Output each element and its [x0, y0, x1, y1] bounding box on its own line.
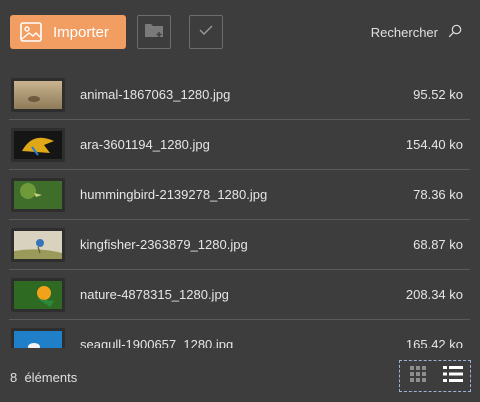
search-label: Rechercher	[370, 25, 438, 40]
list-item[interactable]: kingfisher-2363879_1280.jpg 68.87 ko	[9, 220, 470, 270]
list-view-icon	[442, 365, 464, 388]
file-size: 95.52 ko	[413, 87, 463, 102]
search-icon[interactable]	[448, 24, 462, 41]
file-list: animal-1867063_1280.jpg 95.52 ko ara-360…	[9, 70, 470, 348]
item-count: 8 éléments	[10, 370, 78, 385]
list-item[interactable]: seagull-1900657_1280.jpg 165.42 ko	[9, 320, 470, 348]
thumbnail	[11, 78, 65, 112]
thumbnail	[11, 228, 65, 262]
list-item[interactable]: ara-3601194_1280.jpg 154.40 ko	[9, 120, 470, 170]
import-label: Importer	[53, 23, 109, 41]
select-button[interactable]	[189, 15, 223, 49]
thumbnail	[11, 128, 65, 162]
image-icon	[19, 20, 43, 44]
file-size: 68.87 ko	[413, 237, 463, 252]
file-name: ara-3601194_1280.jpg	[80, 137, 210, 152]
folder-add-icon	[144, 21, 164, 44]
thumbnail	[11, 328, 65, 348]
file-name: kingfisher-2363879_1280.jpg	[80, 237, 248, 252]
file-name: animal-1867063_1280.jpg	[80, 87, 231, 102]
file-size: 78.36 ko	[413, 187, 463, 202]
list-item[interactable]: hummingbird-2139278_1280.jpg 78.36 ko	[9, 170, 470, 220]
grid-view-icon	[409, 365, 427, 388]
thumbnail	[11, 278, 65, 312]
file-name: hummingbird-2139278_1280.jpg	[80, 187, 268, 202]
file-size: 154.40 ko	[405, 137, 463, 152]
grid-view-button[interactable]	[404, 364, 432, 388]
import-button[interactable]: Importer	[10, 15, 126, 49]
file-size: 165.42 ko	[405, 337, 463, 348]
view-toggle	[399, 360, 471, 392]
list-item[interactable]: animal-1867063_1280.jpg 95.52 ko	[9, 70, 470, 120]
new-folder-button[interactable]	[137, 15, 171, 49]
file-name: nature-4878315_1280.jpg	[80, 287, 229, 302]
toolbar: Importer Rechercher	[0, 0, 480, 64]
search[interactable]: Rechercher	[371, 24, 462, 41]
file-name: seagull-1900657_1280.jpg	[80, 337, 234, 348]
checkmark-icon	[198, 23, 214, 41]
list-view-button[interactable]	[439, 364, 467, 388]
list-item[interactable]: nature-4878315_1280.jpg 208.34 ko	[9, 270, 470, 320]
file-size: 208.34 ko	[405, 287, 463, 302]
thumbnail	[11, 178, 65, 212]
